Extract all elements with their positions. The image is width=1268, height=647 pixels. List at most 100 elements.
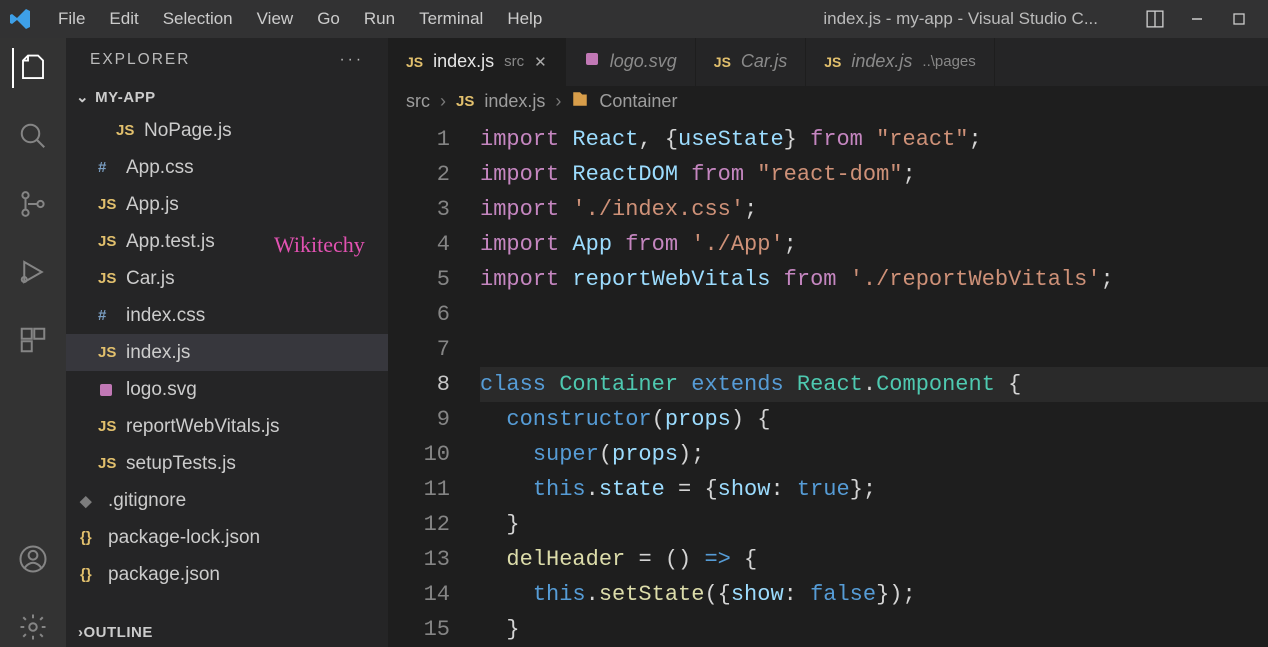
line-gutter: 123456789101112131415 [388,118,480,647]
file-row[interactable]: {}package-lock.json [66,519,388,556]
file-row[interactable]: JSApp.js [66,186,388,223]
css-icon: # [98,159,126,176]
editor-area: JSindex.jssrc✕logo.svgJSCar.jsJSindex.js… [388,38,1268,647]
extensions-icon[interactable] [13,320,53,360]
file-name: reportWebVitals.js [126,416,279,438]
account-icon[interactable] [13,539,53,579]
code-line[interactable]: import './index.css'; [480,192,1268,227]
line-number: 6 [388,297,450,332]
menu-help[interactable]: Help [495,9,554,28]
code-line[interactable]: this.setState({show: false}); [480,577,1268,612]
breadcrumb-part[interactable]: index.js [484,91,545,112]
line-number: 13 [388,542,450,577]
code-line[interactable]: delHeader = () => { [480,542,1268,577]
breadcrumbs[interactable]: src › JS index.js › Container [388,86,1268,118]
menu-run[interactable]: Run [352,9,407,28]
file-row[interactable]: #App.css [66,149,388,186]
file-row[interactable]: #index.css [66,297,388,334]
file-row[interactable]: JSNoPage.js [66,112,388,149]
file-name: index.css [126,305,205,327]
chevron-right-icon: › [440,91,446,112]
file-row[interactable]: JSreportWebVitals.js [66,408,388,445]
folder-name: MY-APP [95,89,156,106]
file-row[interactable]: JSApp.test.js [66,223,388,260]
explorer-icon[interactable] [12,48,52,88]
code-line[interactable]: import React, {useState} from "react"; [480,122,1268,157]
file-name: App.js [126,194,179,216]
menu-file[interactable]: File [46,9,97,28]
file-row[interactable]: ◆.gitignore [66,482,388,519]
class-icon [571,90,589,113]
js-icon: JS [98,270,126,287]
tab[interactable]: JSindex.js..\pages [806,38,995,86]
run-debug-icon[interactable] [13,252,53,292]
line-number: 12 [388,507,450,542]
line-number: 11 [388,472,450,507]
breadcrumb-part[interactable]: Container [599,91,677,112]
tab[interactable]: JSCar.js [696,38,806,86]
file-row[interactable]: {}package.json [66,556,388,593]
file-row[interactable]: JSsetupTests.js [66,445,388,482]
menu-edit[interactable]: Edit [97,9,150,28]
maximize-icon[interactable] [1218,5,1260,33]
settings-icon[interactable] [13,607,53,647]
layout-icon[interactable] [1134,5,1176,33]
code-line[interactable]: import App from './App'; [480,227,1268,262]
minimize-icon[interactable] [1176,5,1218,33]
code-line[interactable]: } [480,507,1268,542]
js-icon: JS [98,344,126,361]
activity-bar [0,38,66,647]
code-line[interactable]: super(props); [480,437,1268,472]
line-number: 2 [388,157,450,192]
chevron-right-icon: › [555,91,561,112]
code-editor[interactable]: 123456789101112131415 import React, {use… [388,118,1268,647]
menu-go[interactable]: Go [305,9,352,28]
outline-header[interactable]: › OUTLINE [66,617,388,647]
css-icon: # [98,307,126,324]
code-line[interactable] [480,297,1268,332]
file-name: .gitignore [108,490,186,512]
js-icon: JS [456,93,474,110]
json-icon: {} [80,566,108,583]
js-icon: JS [824,54,841,70]
tab[interactable]: logo.svg [566,38,696,86]
menu-view[interactable]: View [245,9,306,28]
code-line[interactable] [480,332,1268,367]
svg-icon [98,382,126,398]
js-icon: JS [98,418,126,435]
code-line[interactable]: import reportWebVitals from './reportWeb… [480,262,1268,297]
source-control-icon[interactable] [13,184,53,224]
line-number: 10 [388,437,450,472]
code-line[interactable]: import ReactDOM from "react-dom"; [480,157,1268,192]
window-title: index.js - my-app - Visual Studio C... [823,9,1098,29]
file-row[interactable]: JSindex.js [66,334,388,371]
js-icon: JS [98,455,126,472]
search-icon[interactable] [13,116,53,156]
folder-header[interactable]: ⌄ MY-APP [66,82,388,112]
js-icon: JS [406,54,423,70]
code-line[interactable]: } [480,612,1268,647]
git-icon: ◆ [80,492,108,510]
menu-selection[interactable]: Selection [151,9,245,28]
file-row[interactable]: JSCar.js [66,260,388,297]
code-lines[interactable]: import React, {useState} from "react";im… [480,118,1268,647]
line-number: 4 [388,227,450,262]
js-icon: JS [98,196,126,213]
code-line[interactable]: constructor(props) { [480,402,1268,437]
line-number: 5 [388,262,450,297]
close-icon[interactable]: ✕ [534,53,547,71]
menu-terminal[interactable]: Terminal [407,9,495,28]
tab[interactable]: JSindex.jssrc✕ [388,38,566,86]
breadcrumb-part[interactable]: src [406,91,430,112]
sidebar-header: EXPLORER ··· [66,38,388,82]
line-number: 8 [388,367,450,402]
js-icon: JS [714,54,731,70]
more-icon[interactable]: ··· [340,51,365,69]
file-row[interactable]: logo.svg [66,371,388,408]
code-line[interactable]: this.state = {show: true}; [480,472,1268,507]
tab-label: index.js [433,51,494,72]
tab-dir: ..\pages [922,53,975,70]
file-name: setupTests.js [126,453,236,475]
file-name: App.test.js [126,231,215,253]
code-line[interactable]: class Container extends React.Component … [480,367,1268,402]
